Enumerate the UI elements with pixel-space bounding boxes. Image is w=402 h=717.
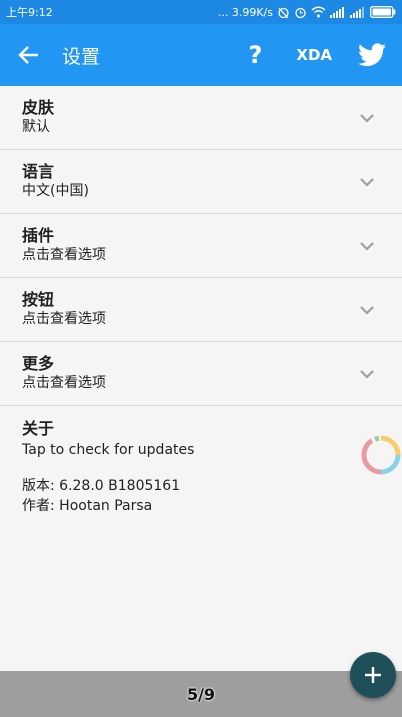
chevron-down-icon	[360, 370, 374, 379]
author-text: 作者: Hootan Parsa	[22, 498, 153, 514]
setting-subtitle: 点击查看选项	[22, 247, 106, 263]
status-icons: ... 3.99K/s	[218, 6, 396, 19]
signal-icon	[330, 6, 344, 18]
back-arrow-icon[interactable]	[18, 44, 40, 66]
page-title: 设置	[62, 45, 101, 68]
about-section[interactable]: 关于 Tap to check for updates 版本: 6.28.0 B…	[0, 406, 402, 516]
chevron-down-icon	[360, 178, 374, 187]
page-indicator: 5/9	[186, 684, 216, 704]
status-time: 上午9:12	[6, 6, 53, 19]
plus-icon	[365, 667, 381, 683]
pager-bar: 5/9	[0, 671, 402, 717]
update-hint: Tap to check for updates	[22, 442, 195, 458]
alarm-icon	[295, 7, 306, 18]
about-title: 关于	[22, 419, 55, 438]
battery-icon	[370, 6, 396, 18]
chevron-down-icon	[360, 242, 374, 251]
version-text: 版本: 6.28.0 B1805161	[22, 478, 181, 494]
setting-subtitle: 点击查看选项	[22, 375, 106, 391]
network-speed: ... 3.99K/s	[217, 5, 273, 19]
setting-title: 更多	[22, 354, 55, 373]
help-button[interactable]: ?	[248, 41, 262, 69]
setting-subtitle: 默认	[22, 119, 50, 135]
alarm-off-icon	[278, 7, 289, 18]
chevron-down-icon	[360, 114, 374, 123]
setting-title: 按钮	[22, 290, 55, 309]
setting-more[interactable]: 更多 点击查看选项	[0, 342, 402, 406]
xda-button[interactable]: XDA	[296, 46, 332, 64]
setting-plugins[interactable]: 插件 点击查看选项	[0, 214, 402, 278]
status-bar: 上午9:12 ... 3.99K/s	[0, 0, 402, 24]
wifi-icon	[311, 6, 326, 18]
loading-spinner-icon	[361, 435, 401, 475]
setting-language[interactable]: 语言 中文(中国)	[0, 150, 402, 214]
setting-subtitle: 中文(中国)	[22, 183, 89, 199]
app-bar: 设置 ? XDA	[0, 24, 402, 86]
signal-icon-2	[350, 6, 364, 18]
twitter-icon[interactable]	[358, 43, 386, 67]
setting-subtitle: 点击查看选项	[22, 311, 106, 327]
setting-skin[interactable]: 皮肤 默认	[0, 86, 402, 150]
setting-title: 插件	[22, 226, 55, 245]
settings-list: 皮肤 默认 语言 中文(中国) 插件 点击查看选项 按钮 点击查看选项 更多 点…	[0, 86, 402, 516]
chevron-down-icon	[360, 306, 374, 315]
add-button[interactable]	[350, 652, 396, 698]
setting-buttons[interactable]: 按钮 点击查看选项	[0, 278, 402, 342]
setting-title: 皮肤	[22, 98, 55, 117]
setting-title: 语言	[22, 162, 55, 181]
